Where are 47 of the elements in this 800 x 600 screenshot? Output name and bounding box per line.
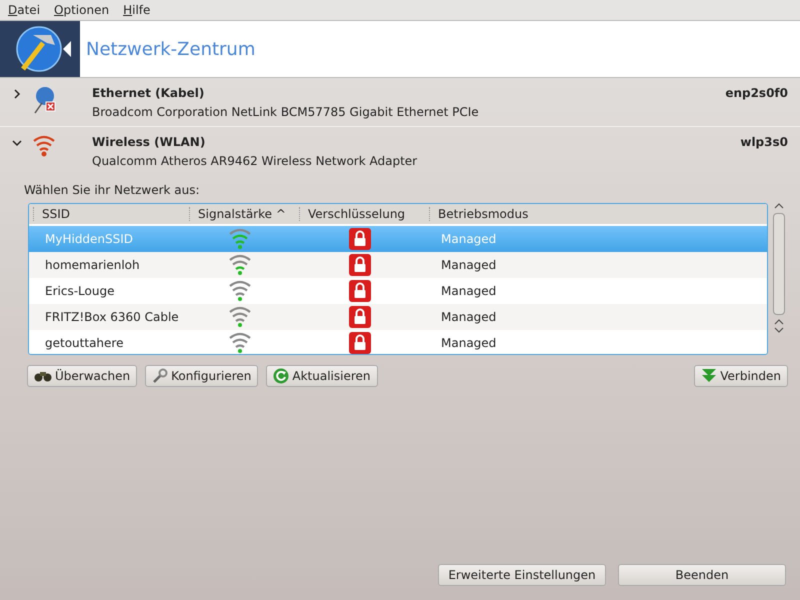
app-title: Netzwerk-Zentrum xyxy=(86,38,256,60)
interface-name: enp2s0f0 xyxy=(725,86,788,102)
scroll-up-icon[interactable] xyxy=(774,203,784,209)
action-button[interactable]: Aktualisieren xyxy=(266,365,378,387)
prompt-label: Wählen Sie ihr Netzwerk aus: xyxy=(23,182,201,199)
mode-cell-text: Managed xyxy=(440,284,498,298)
column-header[interactable]: Betriebsmodus xyxy=(429,207,767,221)
mode-cell-text: Managed xyxy=(440,336,498,350)
interface-name: wlp3s0 xyxy=(740,135,788,151)
network-error-icon xyxy=(32,86,58,114)
scroll-down-icon[interactable] xyxy=(774,319,784,333)
refresh-icon xyxy=(273,368,290,384)
ssid-cell-text: Erics-Louge xyxy=(44,284,116,298)
signal-icon xyxy=(228,306,252,328)
device-name: Wireless (WLAN) xyxy=(92,135,206,149)
ssid-cell-text: getouttahere xyxy=(44,336,124,350)
column-header[interactable]: SSID xyxy=(33,207,185,221)
device-description: Qualcomm Atheros AR9462 Wireless Network Adapter xyxy=(92,154,418,168)
menu-item[interactable]: Hilfe xyxy=(123,3,150,17)
mode-cell-text: Managed xyxy=(440,258,498,272)
scrollbar-thumb[interactable] xyxy=(773,213,785,315)
menu-item[interactable]: Datei xyxy=(8,3,40,17)
wifi-icon xyxy=(32,135,56,157)
signal-icon xyxy=(228,254,252,276)
network-row[interactable]: homemarienloh Managed xyxy=(29,252,767,278)
device-name: Ethernet (Kabel) xyxy=(92,86,206,100)
down-arrow-icon xyxy=(701,369,718,383)
footer-button[interactable]: Erweiterte Einstellungen xyxy=(438,564,606,586)
signal-icon xyxy=(228,228,252,250)
mode-cell-text: Managed xyxy=(440,232,498,246)
column-header[interactable]: Verschlüsselung xyxy=(299,207,425,221)
signal-icon xyxy=(228,280,252,302)
binoculars-icon xyxy=(34,370,52,382)
footer-button[interactable]: Beenden xyxy=(618,564,786,586)
network-row[interactable]: getouttahere Managed xyxy=(29,330,767,354)
action-button[interactable]: Konfigurieren xyxy=(145,365,258,387)
column-header[interactable]: Signalstärke ^ xyxy=(189,207,295,221)
menu-item[interactable]: Optionen xyxy=(54,3,110,17)
network-row[interactable]: FRITZ!Box 6360 Cable Managed xyxy=(29,304,767,330)
ssid-cell-text: FRITZ!Box 6360 Cable xyxy=(44,310,180,324)
device-description: Broadcom Corporation NetLink BCM57785 Gigabit Ethernet PCIe xyxy=(92,105,480,119)
mode-cell-text: Managed xyxy=(440,310,498,324)
signal-icon xyxy=(228,332,252,354)
ssid-cell-text: homemarienloh xyxy=(44,258,141,272)
ssid-cell-text: MyHiddenSSID xyxy=(44,232,134,246)
action-button[interactable]: Überwachen xyxy=(27,365,138,387)
action-button[interactable]: Verbinden xyxy=(694,365,788,387)
